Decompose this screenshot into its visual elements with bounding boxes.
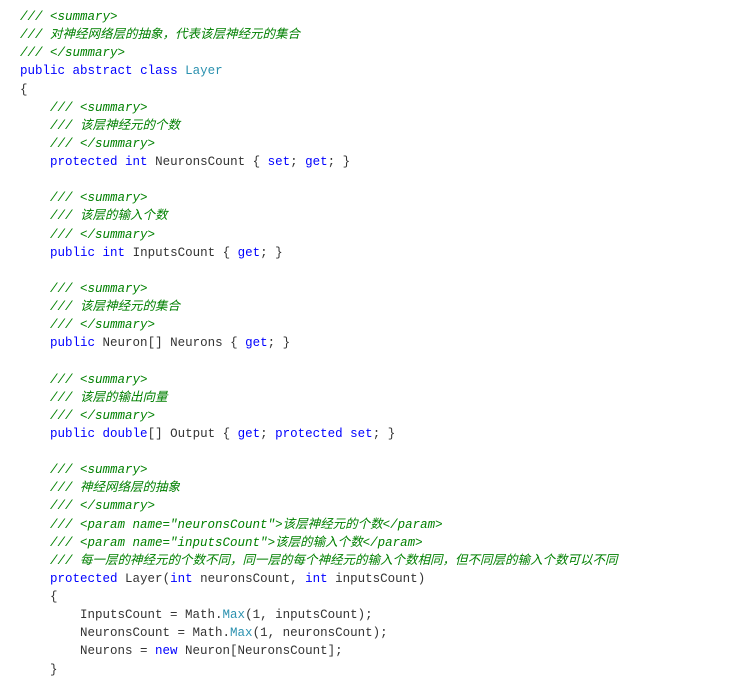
comment-slash: /// [20,10,43,24]
comment-text: 每一层的神经元的个数不同，同一层的每个神经元的输入个数相同，但不同层的输入个数可… [73,554,618,568]
ctor-name: Layer [125,572,163,586]
keyword-get: get [245,336,268,350]
comment-text: 该层神经元的个数 [73,119,181,133]
comment-slash: /// [50,481,73,495]
comment-slash: /// [50,463,73,477]
comment-slash: /// [50,228,73,242]
code-block: /// <summary> /// 对神经网络层的抽象，代表该层神经元的集合 /… [20,8,726,679]
method-call: Max [230,626,253,640]
comment-text: <summary> [73,373,148,387]
comment-text: </summary> [73,228,156,242]
keyword-protected: protected [50,155,118,169]
keyword-public: public [20,64,65,78]
statement: Neurons = [80,644,155,658]
comment-text: <summary> [73,463,148,477]
keyword-new: new [155,644,178,658]
keyword-protected: protected [50,572,118,586]
property-name: NeuronsCount [155,155,245,169]
comment-text: </summary> [73,499,156,513]
comment-slash: /// [50,119,73,133]
statement: NeuronsCount = Math. [80,626,230,640]
property-name: Neurons [170,336,223,350]
keyword-get: get [238,246,261,260]
comment-text: </summary> [43,46,126,60]
comment-text: 该层的输入个数 [73,209,168,223]
comment-slash: /// [50,373,73,387]
keyword-int: int [170,572,193,586]
comment-text: 神经网络层的抽象 [73,481,181,495]
comment-slash: /// [50,318,73,332]
comment-slash: /// [50,282,73,296]
statement: InputsCount = Math. [80,608,223,622]
keyword-public: public [50,246,95,260]
comment-slash: /// [20,46,43,60]
comment-slash: /// [50,209,73,223]
keyword-set: set [350,427,373,441]
comment-slash: /// [50,536,73,550]
comment-slash: /// [50,101,73,115]
keyword-abstract: abstract [73,64,133,78]
comment-text: <summary> [73,191,148,205]
comment-slash: /// [50,391,73,405]
comment-text: <summary> [73,101,148,115]
keyword-protected: protected [275,427,343,441]
keyword-get: get [238,427,261,441]
type-name: Neuron [103,336,148,350]
param-name: inputsCount [335,572,418,586]
comment-text: <param name="inputsCount">该层的输入个数</param… [73,536,423,550]
keyword-int: int [103,246,126,260]
comment-slash: /// [50,499,73,513]
comment-slash: /// [50,518,73,532]
comment-text: </summary> [73,409,156,423]
keyword-set: set [268,155,291,169]
statement: Neuron[NeuronsCount]; [178,644,343,658]
class-name: Layer [185,64,223,78]
comment-text: 对神经网络层的抽象，代表该层神经元的集合 [43,28,301,42]
comment-text: <summary> [73,282,148,296]
keyword-public: public [50,336,95,350]
comment-text: </summary> [73,318,156,332]
keyword-get: get [305,155,328,169]
param-name: neuronsCount [200,572,290,586]
comment-slash: /// [50,137,73,151]
method-call: Max [223,608,246,622]
keyword-class: class [140,64,178,78]
close-brace: } [50,663,58,677]
comment-text: 该层的输出向量 [73,391,168,405]
property-name: Output [170,427,215,441]
keyword-int: int [125,155,148,169]
comment-slash: /// [20,28,43,42]
open-brace: { [20,83,28,97]
open-brace: { [50,590,58,604]
statement: (1, neuronsCount); [253,626,388,640]
statement: (1, inputsCount); [245,608,373,622]
comment-slash: /// [50,554,73,568]
keyword-int: int [305,572,328,586]
comment-text: <summary> [43,10,118,24]
comment-text: </summary> [73,137,156,151]
comment-slash: /// [50,300,73,314]
keyword-public: public [50,427,95,441]
property-name: InputsCount [133,246,216,260]
comment-text: <param name="neuronsCount">该层神经元的个数</par… [73,518,443,532]
comment-slash: /// [50,191,73,205]
keyword-double: double [103,427,148,441]
comment-slash: /// [50,409,73,423]
comment-text: 该层神经元的集合 [73,300,181,314]
